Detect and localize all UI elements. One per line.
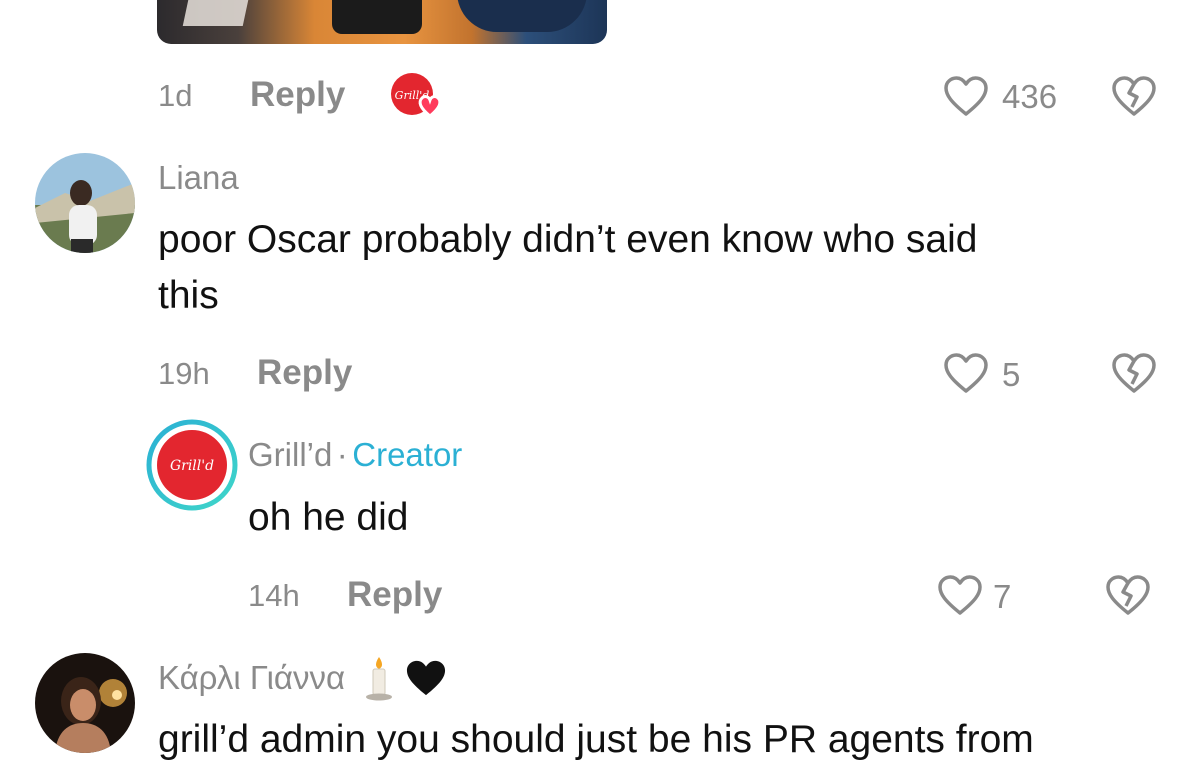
like-count: 7 <box>993 578 1012 615</box>
black-heart-emoji <box>404 658 448 698</box>
heart-outline-icon[interactable] <box>943 352 989 394</box>
broken-heart-icon[interactable] <box>1110 75 1158 117</box>
reply-button[interactable]: Reply <box>347 575 442 615</box>
svg-text:Grill'd: Grill'd <box>170 458 214 474</box>
separator-dot: · <box>336 436 348 473</box>
creator-liked-badge: Grill'd <box>390 72 446 118</box>
comment-media-thumbnail[interactable] <box>157 0 607 44</box>
like-count: 436 <box>1002 78 1058 115</box>
comment-timestamp: 1d <box>158 78 193 113</box>
creator-label: Creator <box>352 436 463 473</box>
broken-heart-icon[interactable] <box>1104 574 1152 616</box>
heart-outline-icon[interactable] <box>937 574 983 616</box>
comment-text-line: grill’d admin you should just be his PR … <box>158 718 1034 761</box>
comment-username[interactable]: Liana <box>158 159 239 197</box>
like-count: 5 <box>1002 356 1021 393</box>
comment-text-line: this <box>158 274 219 317</box>
heart-outline-icon[interactable] <box>943 75 989 117</box>
reply-text: oh he did <box>248 496 409 539</box>
reply-timestamp: 14h <box>248 578 300 613</box>
avatar[interactable] <box>35 153 135 253</box>
broken-heart-icon[interactable] <box>1110 352 1158 394</box>
reply-button[interactable]: Reply <box>257 353 352 393</box>
comment-author-line: Κάρλι Γιάννα <box>158 655 448 701</box>
creator-avatar[interactable]: Grill'd <box>146 419 238 511</box>
avatar[interactable] <box>35 653 135 753</box>
reply-username[interactable]: Grill’d <box>248 436 332 473</box>
reply-author-line: Grill’d · Creator <box>248 436 462 474</box>
reply-button[interactable]: Reply <box>250 75 345 115</box>
comment-text-line: poor Oscar probably didn’t even know who… <box>158 218 978 261</box>
comment-username[interactable]: Κάρλι Γιάννα <box>158 659 345 696</box>
candle-emoji <box>364 655 394 701</box>
comment-timestamp: 19h <box>158 356 210 391</box>
